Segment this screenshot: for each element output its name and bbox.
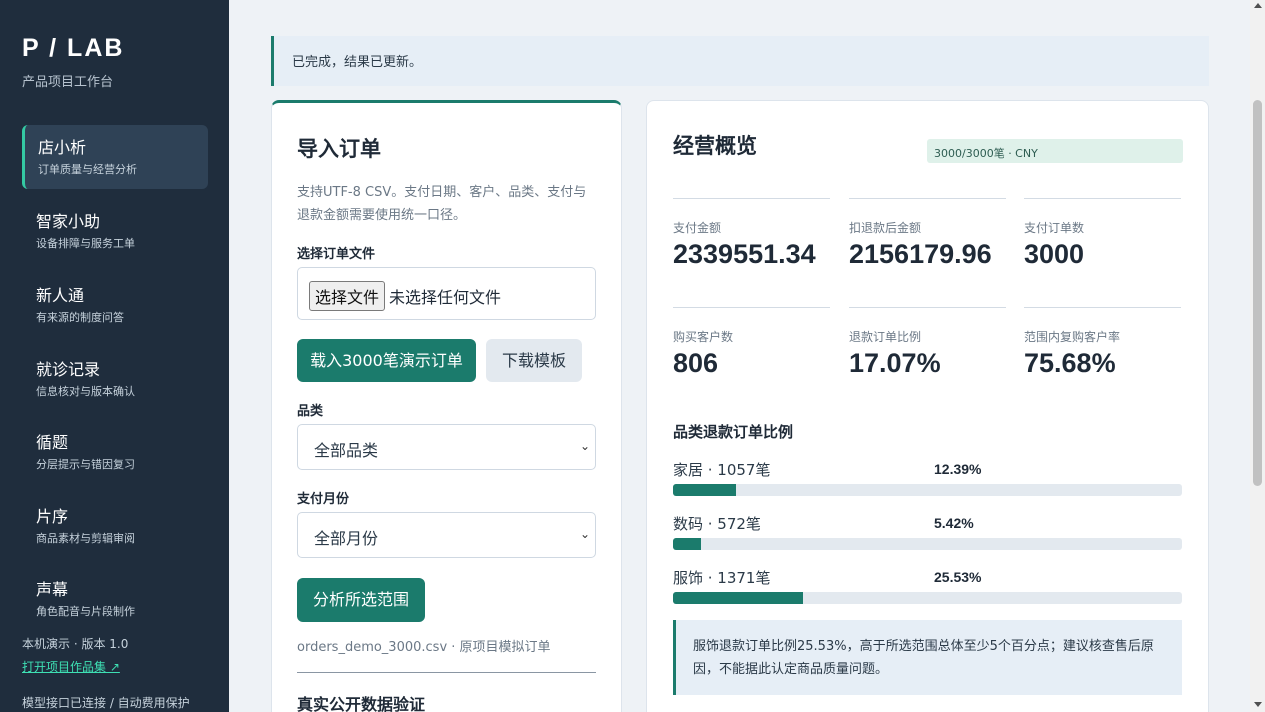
- order-count-badge: 3000/3000笔 · CNY: [927, 139, 1183, 163]
- metric-net-amount: 扣退款后金额 2156179.96: [849, 198, 1006, 288]
- metric-value: 17.07%: [849, 348, 941, 378]
- sidebar-item-xinrentong[interactable]: 新人通 有来源的制度问答: [22, 273, 208, 337]
- month-select-value: 全部月份: [314, 529, 379, 548]
- file-label: 选择订单文件: [297, 247, 376, 262]
- download-template-button[interactable]: 下载模板: [486, 339, 582, 382]
- sidebar-item-zhijia[interactable]: 智家小助 设备排障与服务工单: [22, 199, 208, 263]
- metric-label: 购买客户数: [673, 330, 734, 344]
- overview-card: 经营概览 3000/3000笔 · CNY 支付金额 2339551.34 扣退…: [646, 100, 1209, 712]
- bar-category-label: 服饰 · 1371笔: [673, 569, 771, 587]
- divider: [297, 672, 596, 673]
- bar-value-label: 12.39%: [934, 461, 982, 477]
- bar-category-label: 数码 · 572笔: [673, 515, 761, 533]
- sidebar-item-subtitle: 商品素材与剪辑审阅: [36, 532, 135, 545]
- category-select[interactable]: 全部品类 ⌄: [297, 424, 596, 470]
- sidebar-item-title: 智家小助: [36, 212, 101, 231]
- import-description: 支持UTF-8 CSV。支付日期、客户、品类、支付与退款金额需要使用统一口径。: [297, 185, 587, 223]
- sidebar-item-pianxu[interactable]: 片序 商品素材与剪辑审阅: [22, 494, 208, 558]
- version-text: 本机演示 · 版本 1.0: [22, 637, 129, 651]
- brand-logo: P / LAB: [22, 34, 125, 62]
- metric-value: 3000: [1024, 239, 1085, 269]
- analyze-button[interactable]: 分析所选范围: [297, 578, 425, 622]
- demo-file-note: orders_demo_3000.csv · 原项目模拟订单: [297, 640, 551, 655]
- import-title: 导入订单: [297, 137, 381, 161]
- sidebar-item-title: 新人通: [36, 286, 85, 305]
- verify-section-title: 真实公开数据验证: [297, 695, 426, 712]
- refund-chart-title: 品类退款订单比例: [673, 423, 794, 441]
- sidebar-item-subtitle: 有来源的制度问答: [36, 311, 124, 324]
- scroll-thumb[interactable]: [1253, 100, 1262, 486]
- metric-value: 2156179.96: [849, 239, 992, 269]
- month-select[interactable]: 全部月份 ⌄: [297, 512, 596, 558]
- sidebar-item-jiuzhen[interactable]: 就诊记录 信息核对与版本确认: [22, 347, 208, 411]
- import-orders-card: 导入订单 支持UTF-8 CSV。支付日期、客户、品类、支付与退款金额需要使用统…: [271, 100, 622, 712]
- sidebar-item-shengmu[interactable]: 声幕 角色配音与片段制作: [22, 567, 208, 631]
- metric-order-count: 支付订单数 3000: [1024, 198, 1181, 288]
- metric-customer-count: 购买客户数 806: [673, 307, 830, 397]
- scroll-up-arrow-icon[interactable]: [1253, 3, 1262, 8]
- bar-track: [673, 484, 1182, 496]
- metric-label: 支付订单数: [1024, 221, 1085, 235]
- bar-fill: [673, 484, 737, 496]
- bar-value-label: 25.53%: [934, 569, 982, 585]
- file-status: 未选择任何文件: [389, 288, 502, 307]
- load-demo-button[interactable]: 载入3000笔演示订单: [297, 339, 476, 382]
- sidebar-item-title: 店小析: [38, 138, 87, 157]
- bar-fill: [673, 592, 803, 604]
- sidebar-item-subtitle: 信息核对与版本确认: [36, 385, 135, 398]
- scroll-down-arrow-icon[interactable]: [1253, 702, 1262, 707]
- status-notice: 已完成，结果已更新。: [271, 36, 1209, 86]
- metric-refund-ratio: 退款订单比例 17.07%: [849, 307, 1006, 397]
- sidebar-item-subtitle: 角色配音与片段制作: [36, 605, 135, 618]
- bar-track: [673, 538, 1182, 550]
- metric-label: 范围内复购客户率: [1024, 330, 1121, 344]
- page-scrollbar[interactable]: [1250, 0, 1265, 712]
- metric-label: 支付金额: [673, 221, 722, 235]
- category-select-value: 全部品类: [314, 441, 379, 460]
- sidebar-item-title: 声幕: [36, 580, 69, 599]
- bar-fill: [673, 538, 701, 550]
- sidebar-item-subtitle: 分层提示与错因复习: [36, 458, 135, 471]
- bar-track: [673, 592, 1182, 604]
- metric-label: 退款订单比例: [849, 330, 922, 344]
- sidebar-item-title: 就诊记录: [36, 360, 101, 379]
- choose-file-button[interactable]: 选择文件: [309, 281, 386, 311]
- metric-repurchase-rate: 范围内复购客户率 75.68%: [1024, 307, 1181, 397]
- sidebar-item-subtitle: 订单质量与经营分析: [38, 163, 137, 176]
- sidebar: P / LAB 产品项目工作台 店小析 订单质量与经营分析 智家小助 设备排障与…: [0, 0, 229, 712]
- sidebar-item-xunti[interactable]: 循题 分层提示与错因复习: [22, 420, 208, 484]
- sidebar-item-title: 片序: [36, 507, 69, 526]
- metric-value: 806: [673, 348, 719, 378]
- brand-subtitle: 产品项目工作台: [22, 75, 114, 90]
- sidebar-item-title: 循题: [36, 433, 69, 452]
- model-status-text: 模型接口已连接 / 自动费用保护: [22, 696, 190, 710]
- metric-value: 2339551.34: [673, 239, 816, 269]
- metric-label: 扣退款后金额: [849, 221, 922, 235]
- sidebar-item-subtitle: 设备排障与服务工单: [36, 237, 135, 250]
- month-label: 支付月份: [297, 492, 350, 507]
- chevron-down-icon: ⌄: [579, 439, 590, 453]
- bar-category-label: 家居 · 1057笔: [673, 461, 771, 479]
- overview-title: 经营概览: [673, 134, 757, 158]
- metric-value: 75.68%: [1024, 348, 1116, 378]
- metric-payment-amount: 支付金额 2339551.34: [673, 198, 830, 288]
- sidebar-item-dianxiaoxi[interactable]: 店小析 订单质量与经营分析: [22, 125, 208, 189]
- file-input[interactable]: 选择文件 未选择任何文件: [297, 267, 596, 320]
- portfolio-link[interactable]: 打开项目作品集 ↗: [22, 658, 120, 675]
- chevron-down-icon: ⌄: [579, 527, 590, 541]
- insight-callout: 服饰退款订单比例25.53%，高于所选范围总体至少5个百分点；建议核查售后原因，…: [673, 620, 1182, 695]
- bar-value-label: 5.42%: [934, 515, 974, 531]
- category-label: 品类: [297, 404, 324, 419]
